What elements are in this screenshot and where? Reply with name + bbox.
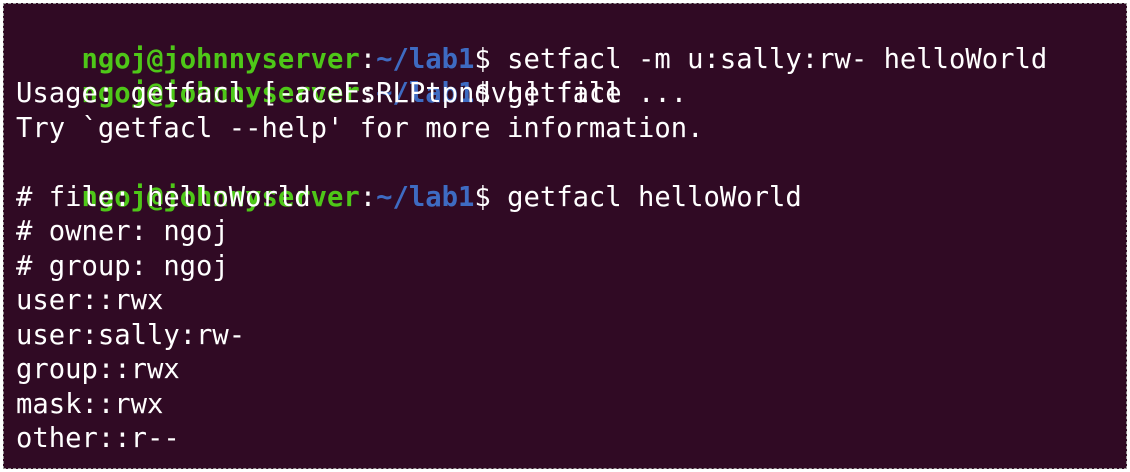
prompt-dollar: $	[474, 43, 508, 75]
output-line: user::rwx	[16, 285, 164, 316]
output-line: Try `getfacl --help' for more informatio…	[16, 112, 704, 144]
prompt-user-host: ngoj@johnnyserver	[81, 43, 360, 75]
command-line: ngoj@johnnyserver:~/lab1$ setfacl -m u:s…	[16, 8, 1126, 75]
prompt-path: ~/lab1	[376, 181, 475, 213]
terminal-window[interactable]: ngoj@johnnyserver:~/lab1$ setfacl -m u:s…	[3, 3, 1127, 469]
prompt-colon: :	[359, 43, 377, 75]
output-line: other::r--	[16, 423, 180, 454]
command-text: setfacl -m u:sally:rw- helloWorld	[507, 43, 1048, 75]
output-line: mask::rwx	[16, 388, 164, 420]
output-line: group::rwx	[16, 354, 180, 385]
output-line: Usage: getfacl [-aceEsRLPtpndvh] file ..…	[16, 78, 688, 109]
output-line: # group: ngoj	[16, 250, 229, 282]
command-line: ngoj@johnnyserver:~/lab1$ getfacl helloW…	[16, 146, 1126, 213]
prompt-path: ~/lab1	[376, 43, 475, 75]
prompt-colon: :	[359, 181, 377, 213]
prompt-dollar: $	[474, 181, 508, 213]
output-line: user:sally:rw-	[16, 319, 246, 351]
command-text: getfacl helloWorld	[507, 181, 802, 213]
output-line: # owner: ngoj	[16, 216, 229, 247]
